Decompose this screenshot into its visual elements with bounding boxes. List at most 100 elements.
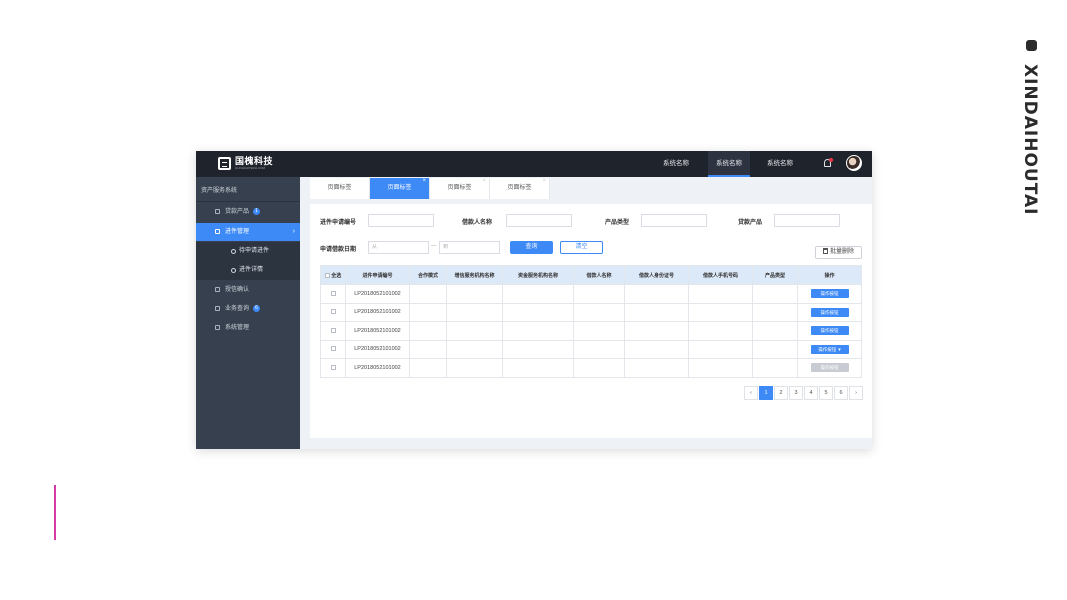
sidebar-subitem-label: 进件详情 [239, 267, 264, 273]
top-bar: 国槐科技 GUOHUAITECH.COM 系统名称 系统名称 系统名称 [196, 151, 872, 177]
page-button-5[interactable]: 5 [819, 386, 833, 400]
date-from-input[interactable]: 从 [368, 241, 429, 254]
prev-page-button[interactable]: ‹ [744, 386, 758, 400]
row-checkbox[interactable] [330, 346, 336, 352]
borrower-input[interactable] [506, 214, 572, 227]
count-badge: 6 [253, 305, 260, 312]
query-button[interactable]: 查询 [510, 241, 553, 254]
operation-label: 操作按钮 [818, 346, 837, 352]
applications-table: 全选 进件申请编号 合作模式 增信服务机构名称 资金服务机构名称 借款人名称 借… [320, 265, 862, 378]
row-checkbox[interactable] [330, 327, 336, 333]
sidebar-item-label: 授信确认 [225, 287, 250, 293]
column-header: 产品类型 [752, 265, 798, 285]
sidebar-item-credit-confirmation[interactable]: 授信确认 [196, 281, 300, 299]
app-window: 国槐科技 GUOHUAITECH.COM 系统名称 系统名称 系统名称 资产服务… [196, 151, 872, 449]
sidebar-subitem-pending-applications[interactable]: 待申请进件 [196, 242, 300, 261]
sidebar-item-loan-products[interactable]: 贷款产品 1 [196, 203, 300, 221]
page-tab-2[interactable]: 页面标签 × [370, 178, 430, 199]
sidebar-subitem-label: 待申请进件 [239, 248, 270, 254]
table-row: LP2018052101002 操作按钮 [320, 321, 862, 341]
app-no-input[interactable] [368, 214, 434, 227]
date-to-input[interactable]: 到 [439, 241, 500, 254]
database-icon [215, 209, 220, 214]
page-button-4[interactable]: 4 [804, 386, 818, 400]
app-no-cell: LP2018052101002 [345, 339, 410, 359]
tab-label: 页面标签 [507, 185, 532, 191]
batch-delete-button[interactable]: 批量删除 [815, 246, 862, 259]
logo-domain: GUOHUAITECH.COM [235, 166, 265, 170]
column-header: 进件申请编号 [345, 265, 410, 285]
page-button-2[interactable]: 2 [774, 386, 788, 400]
tab-label: 页面标签 [447, 185, 472, 191]
top-nav-item-1[interactable]: 系统名称 [654, 151, 698, 177]
sidebar-item-label: 系统管理 [225, 325, 250, 331]
product-type-input[interactable] [641, 214, 707, 227]
sidebar-item-application-management[interactable]: 进件管理 › [196, 223, 300, 241]
sidebar-title: 资产服务系统 [201, 188, 238, 194]
page-button-6[interactable]: 6 [834, 386, 848, 400]
top-nav-item-3[interactable]: 系统名称 [758, 151, 802, 177]
table-row: LP2018052101002 操作按钮 [320, 302, 862, 322]
table-row: LP2018052101002 操作按钮 ▾ [320, 339, 862, 359]
sidebar-item-system-management[interactable]: 系统管理 [196, 319, 300, 337]
close-icon[interactable]: × [482, 171, 486, 192]
page-button-1[interactable]: 1 [759, 386, 773, 400]
sidebar-divider [196, 201, 300, 202]
select-all-checkbox[interactable] [324, 272, 330, 278]
logo[interactable]: 国槐科技 GUOHUAITECH.COM [218, 156, 273, 170]
page-button-3[interactable]: 3 [789, 386, 803, 400]
sidebar-item-label: 进件管理 [225, 229, 250, 235]
sidebar-item-business-query[interactable]: 业务查询 6 [196, 300, 300, 318]
next-page-button[interactable]: › [849, 386, 863, 400]
table-header-row: 全选 进件申请编号 合作模式 增信服务机构名称 资金服务机构名称 借款人名称 借… [320, 265, 862, 285]
column-header: 借款人手机号码 [688, 265, 753, 285]
logo-icon [218, 156, 231, 170]
chevron-down-icon: ▾ [838, 346, 841, 353]
date-label: 申请借款日期 [320, 247, 357, 253]
row-checkbox[interactable] [330, 290, 336, 296]
trash-icon [822, 248, 828, 254]
top-nav-item-2[interactable]: 系统名称 [708, 151, 750, 177]
operation-dropdown-button[interactable]: 操作按钮 ▾ [810, 344, 849, 354]
sidebar-item-label: 业务查询 [225, 306, 250, 312]
avatar[interactable] [846, 155, 862, 171]
main-panel: 进件申请编号 借款人名称 产品类型 贷款产品 申请借款日期 从 — 到 查询 清… [310, 204, 872, 438]
grid-icon [215, 325, 220, 330]
loan-product-input[interactable] [774, 214, 840, 227]
sidebar-subitem-application-details[interactable]: 进件详情 [196, 261, 300, 280]
sidebar-item-label: 贷款产品 [225, 209, 250, 215]
column-header: 全选 [331, 272, 342, 279]
operation-button[interactable]: 操作按钮 [810, 307, 849, 317]
operation-button[interactable]: 操作按钮 [810, 289, 849, 299]
chevron-right-icon: › [292, 228, 295, 235]
column-header: 合作模式 [409, 265, 447, 285]
column-header: 操作 [797, 265, 862, 285]
tab-label: 页面标签 [387, 185, 412, 191]
page-tab-3[interactable]: 页面标签 × [430, 178, 490, 199]
page-tab-4[interactable]: 页面标签 × [490, 178, 550, 199]
pagination: ‹ 1 2 3 4 5 6 › [743, 386, 863, 400]
row-checkbox[interactable] [330, 309, 336, 315]
bullet-icon [231, 268, 236, 273]
app-no-cell: LP2018052101002 [345, 302, 410, 322]
table-row: LP2018052101002 操作按钮 [320, 358, 862, 378]
bullet-icon [231, 249, 236, 254]
clear-button[interactable]: 清空 [560, 241, 603, 254]
app-no-cell: LP2018052101002 [345, 284, 410, 304]
app-no-cell: LP2018052101002 [345, 321, 410, 341]
page-tab-1[interactable]: 页面标签 [310, 178, 370, 199]
close-icon[interactable]: × [422, 171, 426, 192]
app-no-label: 进件申请编号 [320, 220, 357, 226]
brand-square-icon [1026, 40, 1037, 51]
select-all-header[interactable]: 全选 [320, 265, 346, 285]
operation-button[interactable]: 操作按钮 [810, 326, 849, 336]
row-checkbox[interactable] [330, 364, 336, 370]
borrower-label: 借款人名称 [462, 220, 493, 226]
notification-dot [829, 158, 833, 162]
column-header: 资金服务机构名称 [502, 265, 574, 285]
product-type-label: 产品类型 [605, 220, 630, 226]
brand-vertical-text: XINDAIHOUTAI [1020, 64, 1040, 216]
close-icon[interactable]: × [542, 171, 546, 192]
loan-product-label: 贷款产品 [738, 220, 763, 226]
logo-name: 国槐科技 [235, 156, 274, 166]
